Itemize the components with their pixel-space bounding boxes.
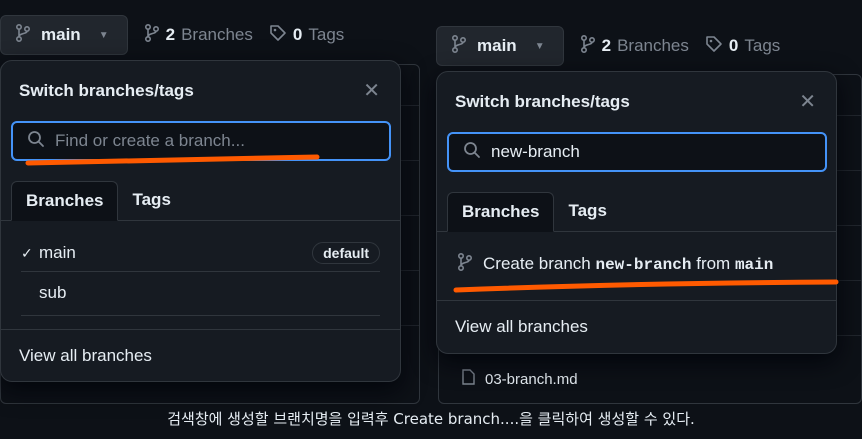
branch-search-field[interactable] [11,121,391,161]
item-divider [21,315,380,316]
close-icon[interactable]: ✕ [363,81,380,101]
git-branch-icon [15,23,31,47]
caret-down-icon: ▼ [98,29,109,41]
tab-tags[interactable]: Tags [554,191,620,231]
branch-search-input[interactable] [491,142,801,162]
tags-link[interactable]: 0 Tags [705,35,780,58]
view-all-branches-link[interactable]: View all branches [437,300,836,352]
right-screenshot: 03-branch.md main ▼ 2 Branches 0 Tags Sw… [436,0,862,404]
create-branch-text: Create branch new-branch from main [483,254,773,274]
tags-link[interactable]: 0 Tags [269,24,344,47]
caption-text: 검색창에 생성할 브랜치명을 입력후 Create branch....을 클릭… [167,410,695,428]
tags-label: Tags [744,36,781,55]
branch-switcher-dropdown: Switch branches/tags ✕ Branches Tags Cre… [436,71,837,354]
tags-count: 0 [292,25,303,44]
from-word: from [696,254,731,273]
search-icon [27,130,45,153]
view-all-branches-link[interactable]: View all branches [1,329,400,381]
branch-item-sub[interactable]: sub [1,273,400,313]
background-file-name: 03-branch.md [485,370,578,388]
tab-branches[interactable]: Branches [447,192,555,232]
branch-button-label: main [477,36,517,55]
branches-count: 2 [601,36,612,55]
branch-item-main[interactable]: ✓ main default [1,233,400,273]
item-divider [21,271,380,272]
branches-count: 2 [165,25,176,44]
file-icon [461,369,475,389]
tab-branches[interactable]: Branches [11,181,119,221]
check-icon: ✓ [21,244,33,261]
branch-selector-button[interactable]: main ▼ [0,15,128,55]
branch-selector-button[interactable]: main ▼ [436,26,564,66]
branch-name: sub [39,283,67,302]
tab-tags[interactable]: Tags [118,180,184,220]
search-icon [463,141,481,164]
branch-search-field[interactable] [447,132,827,172]
branches-link[interactable]: 2 Branches [144,23,253,47]
branch-switcher-dropdown: Switch branches/tags ✕ Branches Tags ✓ m… [0,60,401,382]
git-branch-icon [457,252,473,276]
dropdown-tabs: Branches Tags [1,181,400,221]
git-branch-icon [580,34,596,58]
create-branch-option[interactable]: Create branch new-branch from main [437,242,836,286]
branch-search-input[interactable] [55,131,365,151]
create-prefix: Create branch [483,254,591,273]
new-branch-name: new-branch [595,256,692,274]
branch-name: main [39,243,76,262]
background-file-row: 03-branch.md [461,369,578,389]
repo-header: main ▼ 2 Branches 0 Tags [436,26,780,66]
branches-link[interactable]: 2 Branches [580,34,689,58]
tags-count: 0 [728,36,739,55]
tags-label: Tags [308,25,345,44]
source-branch-name: main [734,256,774,274]
branch-button-label: main [41,25,81,44]
repo-header: main ▼ 2 Branches 0 Tags [0,15,344,55]
tag-icon [705,35,723,58]
dropdown-tabs: Branches Tags [437,192,836,232]
dropdown-title: Switch branches/tags [455,92,630,111]
close-icon[interactable]: ✕ [799,92,816,112]
branches-label: Branches [617,36,689,55]
git-branch-icon [144,23,160,47]
tag-icon [269,24,287,47]
branches-label: Branches [181,25,253,44]
caret-down-icon: ▼ [534,40,545,52]
dropdown-title: Switch branches/tags [19,81,194,100]
git-branch-icon [451,34,467,58]
left-screenshot: main ▼ 2 Branches 0 Tags Switch branches… [0,0,420,404]
default-badge: default [312,242,380,264]
